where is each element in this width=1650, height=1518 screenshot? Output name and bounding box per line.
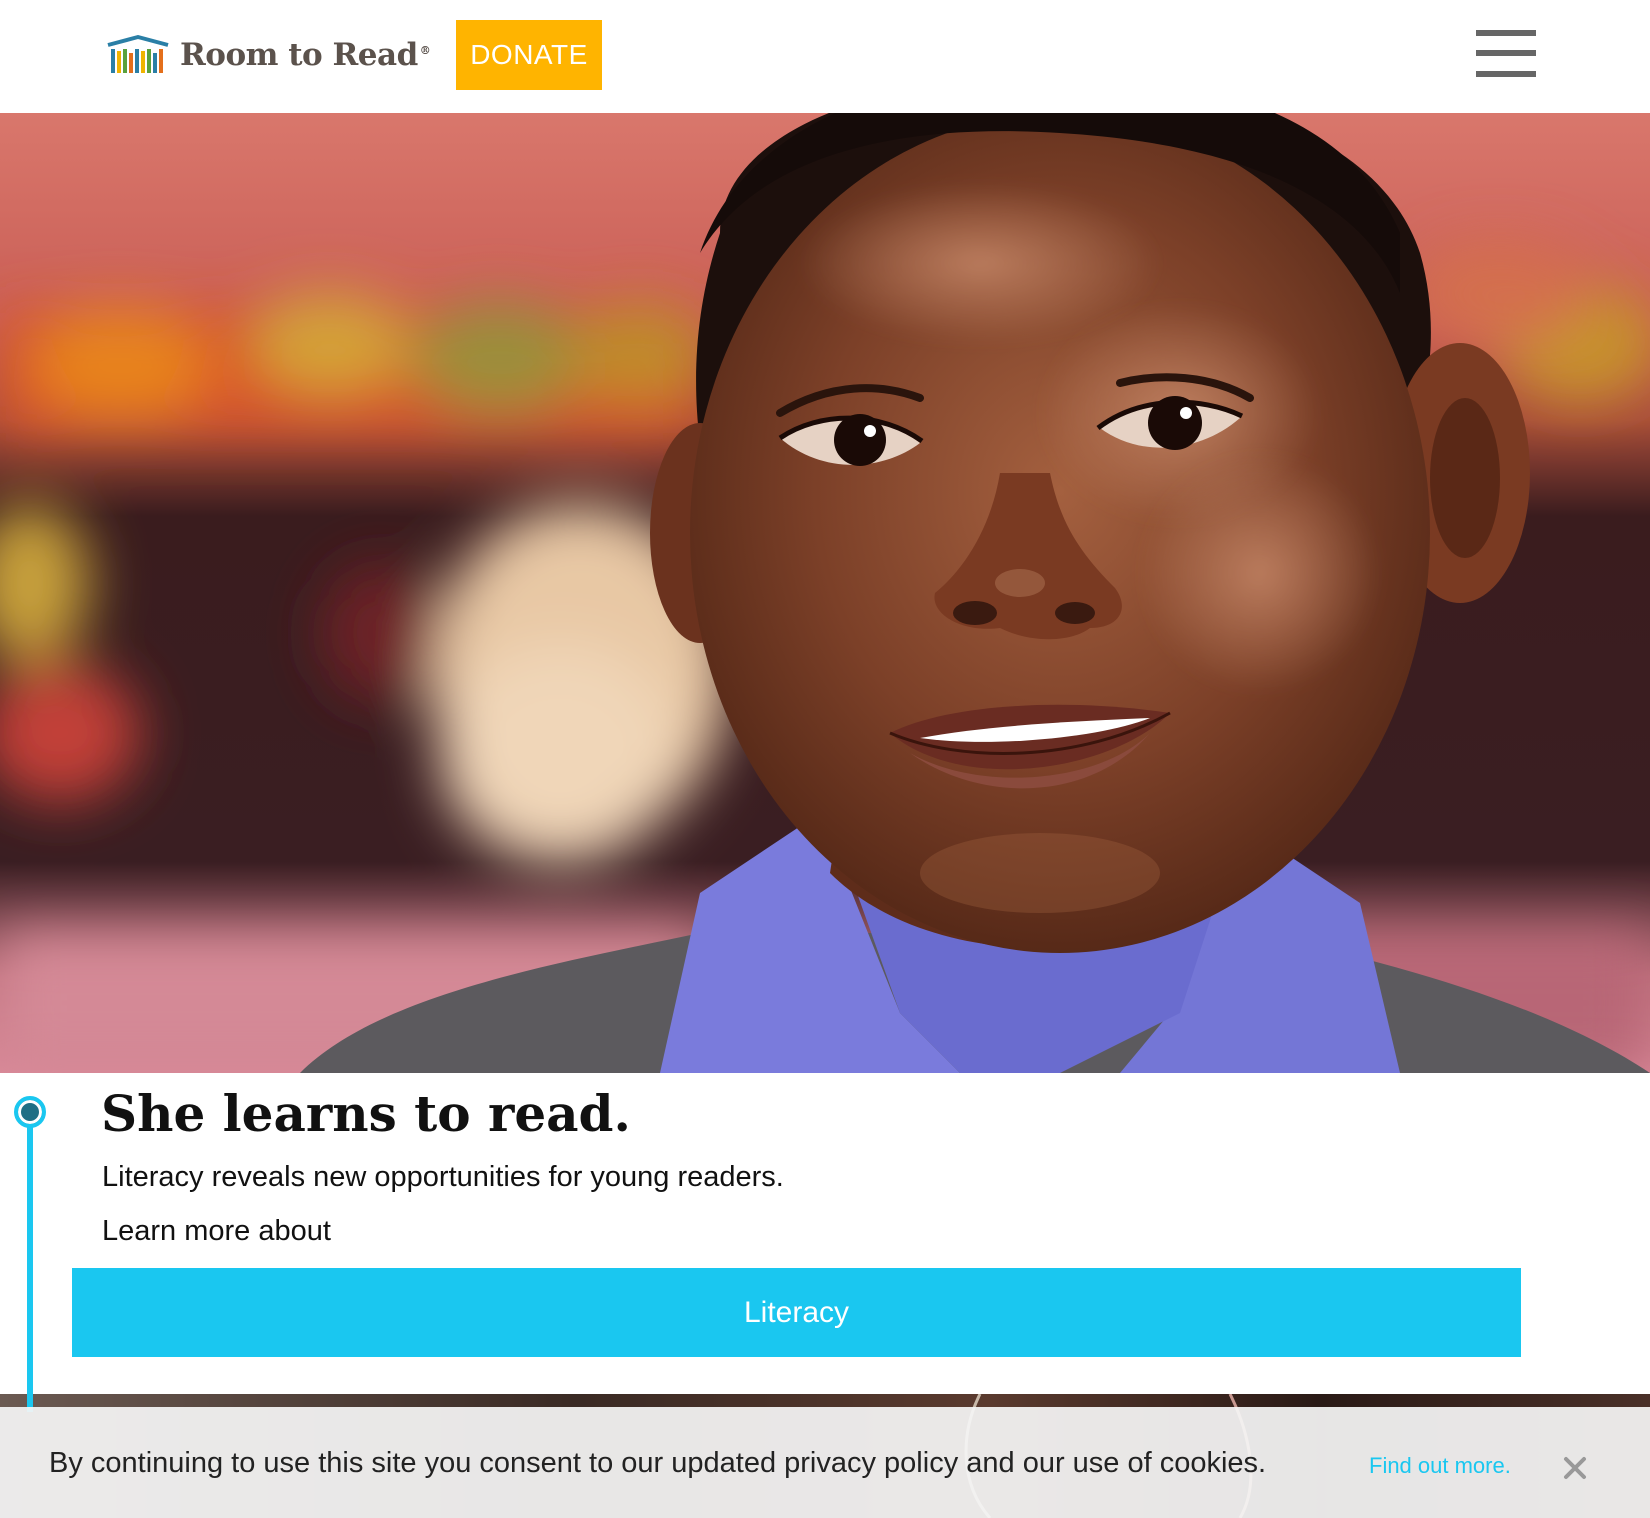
- find-out-more-link[interactable]: Find out more.: [1369, 1451, 1511, 1481]
- learn-more-label: Learn more about: [102, 1215, 331, 1247]
- hamburger-menu-icon-bar: [1476, 50, 1536, 56]
- literacy-button[interactable]: Literacy: [72, 1268, 1521, 1357]
- page: Room to Read ® DONATE She learns to read…: [0, 0, 1650, 1518]
- hamburger-menu-icon: [1476, 30, 1536, 36]
- registered-mark: ®: [419, 43, 431, 57]
- story-title: She learns to read.: [101, 1084, 631, 1143]
- hamburger-menu-icon-bar: [1476, 71, 1536, 77]
- cookie-message: By continuing to use this site you conse…: [49, 1447, 1267, 1479]
- site-header: Room to Read ® DONATE: [0, 0, 1650, 113]
- close-icon: [1564, 1457, 1586, 1479]
- cookie-close-button[interactable]: [1558, 1451, 1592, 1485]
- bookshelf-logo-icon: [107, 35, 169, 73]
- smiling-girl-portrait-image: [0, 113, 1650, 1073]
- timeline-marker: [14, 1096, 46, 1128]
- hero-image: [0, 113, 1650, 1073]
- story-subtitle: Literacy reveals new opportunities for y…: [102, 1161, 784, 1193]
- room-to-read-logo[interactable]: Room to Read ®: [106, 30, 431, 80]
- hamburger-menu-button[interactable]: [1474, 28, 1538, 82]
- donate-button[interactable]: DONATE: [456, 20, 602, 90]
- brand-name: Room to Read ®: [180, 37, 431, 73]
- timeline-line: [27, 1112, 33, 1412]
